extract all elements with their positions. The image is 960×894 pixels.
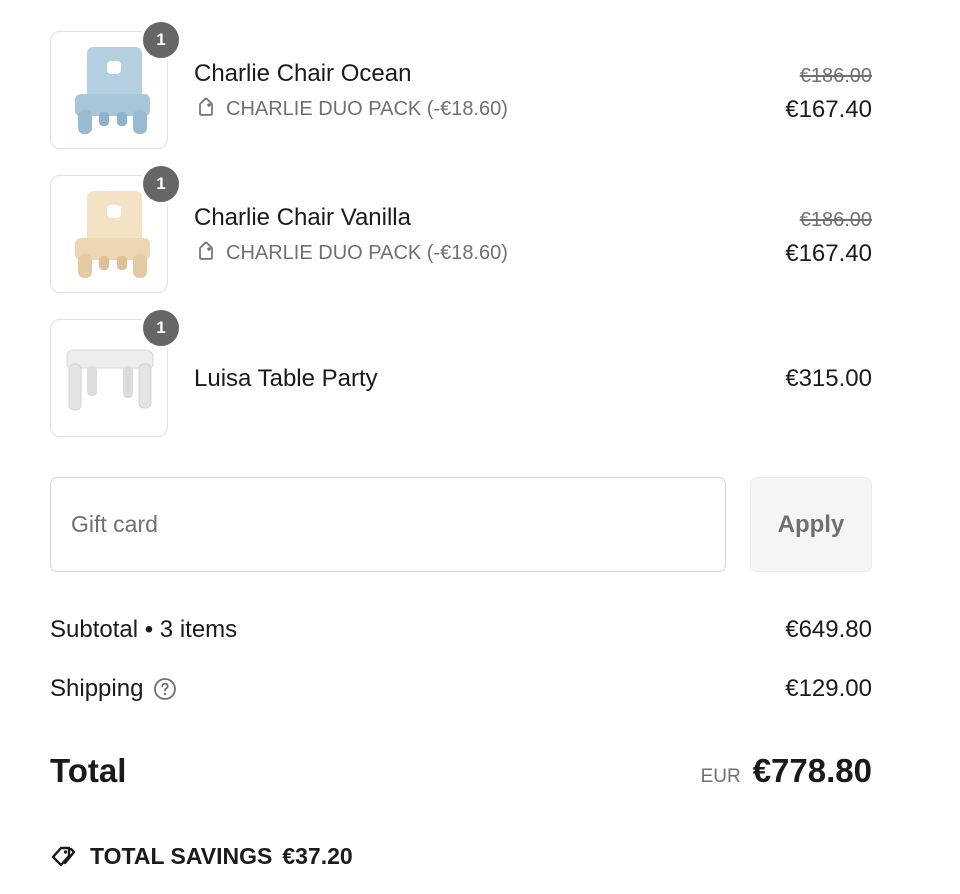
- discount-line: CHARLIE DUO PACK (-€18.60): [194, 97, 508, 121]
- original-price: €186.00: [799, 65, 872, 87]
- subtotal-label: Subtotal • 3 items: [50, 616, 238, 643]
- shipping-row: Shipping €129.00: [50, 675, 872, 703]
- quantity-badge: 1: [140, 163, 182, 205]
- subtotal-value: €649.80: [785, 616, 872, 643]
- discount-label: CHARLIE DUO PACK (-€18.60): [226, 241, 508, 264]
- shipping-value: €129.00: [785, 675, 872, 702]
- subtotal-row: Subtotal • 3 items €649.80: [50, 616, 872, 644]
- quantity-badge: 1: [140, 19, 182, 61]
- product-name: Luisa Table Party: [194, 365, 378, 392]
- total-amount: €778.80: [752, 752, 872, 789]
- shipping-label: Shipping: [50, 675, 144, 702]
- gift-card-form: Apply: [50, 477, 872, 572]
- total-label: Total: [50, 752, 127, 789]
- apply-button[interactable]: Apply: [750, 477, 872, 572]
- cart-items-list: 1 Charlie Chair Ocean CHARLIE DUO PACK (…: [50, 19, 872, 437]
- cart-item: 1 Luisa Table Party €315.00: [50, 307, 872, 437]
- item-price: €315.00: [785, 365, 872, 392]
- quantity-badge: 1: [140, 307, 182, 349]
- tag-icon: [199, 241, 213, 260]
- discount-label: CHARLIE DUO PACK (-€18.60): [226, 97, 508, 120]
- tags-icon: [51, 846, 76, 866]
- currency-code: EUR: [700, 766, 741, 787]
- savings-label: TOTAL SAVINGS: [90, 843, 273, 869]
- gift-card-input[interactable]: [50, 477, 726, 572]
- original-price: €186.00: [799, 209, 872, 231]
- savings-value: €37.20: [282, 843, 353, 869]
- tag-icon: [199, 97, 213, 116]
- cart-item: 1 Charlie Chair Vanilla CHARLIE DUO PACK…: [50, 163, 872, 293]
- product-name: Charlie Chair Ocean: [194, 60, 412, 87]
- total-savings: TOTAL SAVINGS €37.20: [50, 843, 353, 870]
- shipping-label-group: Shipping: [50, 675, 177, 703]
- total-row: Total EUR €778.80: [50, 752, 872, 790]
- question-circle-icon[interactable]: [153, 677, 177, 701]
- total-amount-group: EUR €778.80: [701, 752, 872, 790]
- product-name: Charlie Chair Vanilla: [194, 204, 411, 231]
- item-price: €167.40: [785, 240, 872, 267]
- discount-line: CHARLIE DUO PACK (-€18.60): [194, 241, 508, 265]
- cart-item: 1 Charlie Chair Ocean CHARLIE DUO PACK (…: [50, 19, 872, 149]
- item-price: €167.40: [785, 96, 872, 123]
